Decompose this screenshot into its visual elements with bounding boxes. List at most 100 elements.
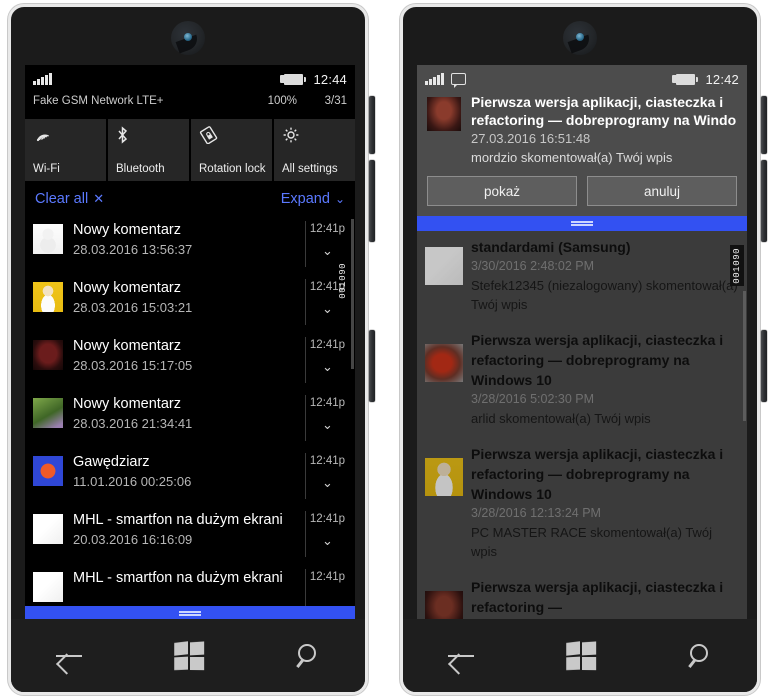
toast-body: Pierwsza wersja aplikacji, ciasteczka i … — [471, 93, 737, 167]
wifi-icon — [33, 126, 98, 146]
chevron-down-icon[interactable]: ⌄ — [306, 301, 349, 317]
notification-row[interactable]: Nowy komentarz 28.03.2016 21:34:41 12:41… — [25, 389, 355, 447]
left-status-time: 12:44 — [313, 71, 347, 87]
signal-bars-icon — [425, 73, 444, 85]
notification-subtitle: 28.03.2016 15:03:21 — [73, 300, 193, 315]
feed-item[interactable]: Pierwsza wersja aplikacji, ciasteczka i … — [423, 324, 741, 438]
quick-actions-row: Wi-Fi Bluetooth Rotation lock All settin… — [25, 111, 355, 181]
overlay-tag: 090 001 — [730, 245, 744, 287]
left-status-right: 12:44 — [280, 71, 347, 87]
scrollbar[interactable] — [743, 231, 746, 621]
avatar — [33, 572, 63, 602]
search-icon[interactable] — [686, 643, 712, 669]
feed-body: standardami (Samsung) 3/30/2016 2:48:02 … — [471, 237, 739, 314]
back-arrow-icon[interactable] — [448, 645, 476, 667]
avatar — [425, 247, 463, 285]
notification-meta: 12:41p ⌄ — [305, 395, 349, 441]
volume-down-button[interactable] — [369, 160, 375, 242]
feed-title: Pierwsza wersja aplikacji, ciasteczka i … — [471, 446, 724, 502]
quick-action-all-settings[interactable]: All settings — [274, 119, 355, 181]
action-center-controls: Clear all ✕ Expand ⌄ — [25, 181, 355, 215]
toast-buttons: pokaż anuluj — [427, 176, 737, 206]
avatar — [425, 591, 463, 621]
chevron-down-icon[interactable]: ⌄ — [306, 243, 349, 259]
notification-meta: 12:41p ⌄ — [305, 453, 349, 499]
avatar — [33, 514, 63, 544]
feed-message: Stefek12345 (niezalogowany) skomentował(… — [471, 278, 738, 312]
expand-button[interactable]: Expand ⌄ — [281, 191, 345, 207]
dual-phone-screenshot: 12:44 Fake GSM Network LTE+ 100% 3/31 Wi… — [0, 0, 784, 699]
notification-title: Nowy komentarz — [73, 280, 181, 296]
quick-action-rotation-lock[interactable]: Rotation lock — [191, 119, 272, 181]
scrollbar[interactable] — [351, 215, 354, 621]
right-status-right: 12:42 — [672, 71, 739, 87]
clear-all-button[interactable]: Clear all ✕ — [35, 191, 104, 207]
phone-right-sensor-area — [403, 7, 757, 65]
left-status-bar: 12:44 — [25, 65, 355, 89]
notification-title: MHL - smartfon na dużym ekrani — [73, 570, 283, 586]
feed-message: PC MASTER RACE skomentował(a) Twój wpis — [471, 525, 713, 559]
notification-row[interactable]: Nowy komentarz 28.03.2016 13:56:37 12:41… — [25, 215, 355, 273]
rotation-lock-icon — [199, 126, 264, 148]
bluetooth-icon — [116, 126, 181, 148]
quick-action-wifi-label: Wi-Fi — [33, 163, 60, 175]
right-status-time: 12:42 — [705, 71, 739, 87]
search-icon[interactable] — [294, 643, 320, 669]
notification-title: Nowy komentarz — [73, 338, 181, 354]
chevron-down-icon[interactable]: ⌄ — [306, 475, 349, 491]
phone-left: 12:44 Fake GSM Network LTE+ 100% 3/31 Wi… — [0, 0, 392, 699]
notification-text: Nowy komentarz 28.03.2016 15:17:05 — [73, 337, 305, 375]
quick-action-bluetooth[interactable]: Bluetooth — [108, 119, 189, 181]
notification-row[interactable]: MHL - smartfon na dużym ekrani 20.03.201… — [25, 505, 355, 563]
notification-row[interactable]: Nowy komentarz 28.03.2016 15:03:21 12:41… — [25, 273, 355, 331]
notification-meta: 12:41p ⌄ — [305, 511, 349, 557]
overlay-tag: 090 001 — [337, 263, 349, 298]
chevron-down-icon[interactable]: ⌄ — [306, 533, 349, 549]
notification-row[interactable]: Gawędziarz 11.01.2016 00:25:06 12:41p ⌄ — [25, 447, 355, 505]
volume-down-button[interactable] — [761, 160, 767, 242]
toast-drag-handle-bar[interactable] — [417, 216, 747, 231]
back-arrow-icon[interactable] — [56, 645, 84, 667]
overlay-tag-bottom: 001 — [732, 265, 742, 284]
volume-up-button[interactable] — [369, 96, 375, 154]
power-button[interactable] — [369, 330, 375, 402]
cancel-button[interactable]: anuluj — [587, 176, 737, 206]
notification-row[interactable]: Nowy komentarz 28.03.2016 15:17:05 12:41… — [25, 331, 355, 389]
chevron-down-icon[interactable]: ⌄ — [306, 359, 349, 375]
avatar — [33, 340, 63, 370]
show-button[interactable]: pokaż — [427, 176, 577, 206]
right-navigation-bar — [403, 619, 757, 692]
windows-start-icon[interactable] — [566, 640, 597, 670]
feed-item[interactable]: standardami (Samsung) 3/30/2016 2:48:02 … — [423, 231, 741, 324]
volume-up-button[interactable] — [761, 96, 767, 154]
quick-action-wifi[interactable]: Wi-Fi — [25, 119, 106, 181]
comment-feed-list: standardami (Samsung) 3/30/2016 2:48:02 … — [417, 231, 747, 621]
drag-grip-icon — [179, 609, 201, 618]
feed-item-partial[interactable]: Pierwsza wersja aplikacji, ciasteczka i … — [423, 571, 741, 621]
notification-time: 12:41p — [309, 223, 346, 235]
notification-text: Nowy komentarz 28.03.2016 15:03:21 — [73, 279, 305, 317]
overlay-tag-top: 090 — [338, 263, 348, 281]
notification-text: MHL - smartfon na dużym ekrani — [73, 569, 305, 588]
notification-title: Gawędziarz — [73, 454, 150, 470]
status-date: 3/31 — [324, 95, 347, 107]
notification-text: MHL - smartfon na dużym ekrani 20.03.201… — [73, 511, 305, 549]
feed-date: 3/30/2016 2:48:02 PM — [471, 259, 595, 273]
feed-item[interactable]: Pierwsza wersja aplikacji, ciasteczka i … — [423, 438, 741, 571]
message-bubble-icon — [450, 73, 466, 88]
notification-subtitle: 28.03.2016 13:56:37 — [73, 242, 193, 257]
carrier-name: Fake GSM Network LTE+ — [33, 95, 164, 107]
windows-start-icon[interactable] — [174, 640, 205, 670]
battery-charging-icon — [672, 73, 699, 85]
avatar — [33, 282, 63, 312]
toast-notification[interactable]: Pierwsza wersja aplikacji, ciasteczka i … — [417, 89, 747, 216]
notification-time: 12:41p — [309, 513, 346, 525]
notification-meta: 12:41p ⌄ — [305, 337, 349, 383]
gear-icon — [282, 126, 347, 148]
power-button[interactable] — [761, 330, 767, 402]
feed-body: Pierwsza wersja aplikacji, ciasteczka i … — [471, 577, 739, 621]
battery-percent: 100% — [267, 95, 297, 107]
left-carrier-row: Fake GSM Network LTE+ 100% 3/31 — [25, 89, 355, 111]
chevron-down-icon[interactable]: ⌄ — [306, 417, 349, 433]
notification-text: Nowy komentarz 28.03.2016 21:34:41 — [73, 395, 305, 433]
